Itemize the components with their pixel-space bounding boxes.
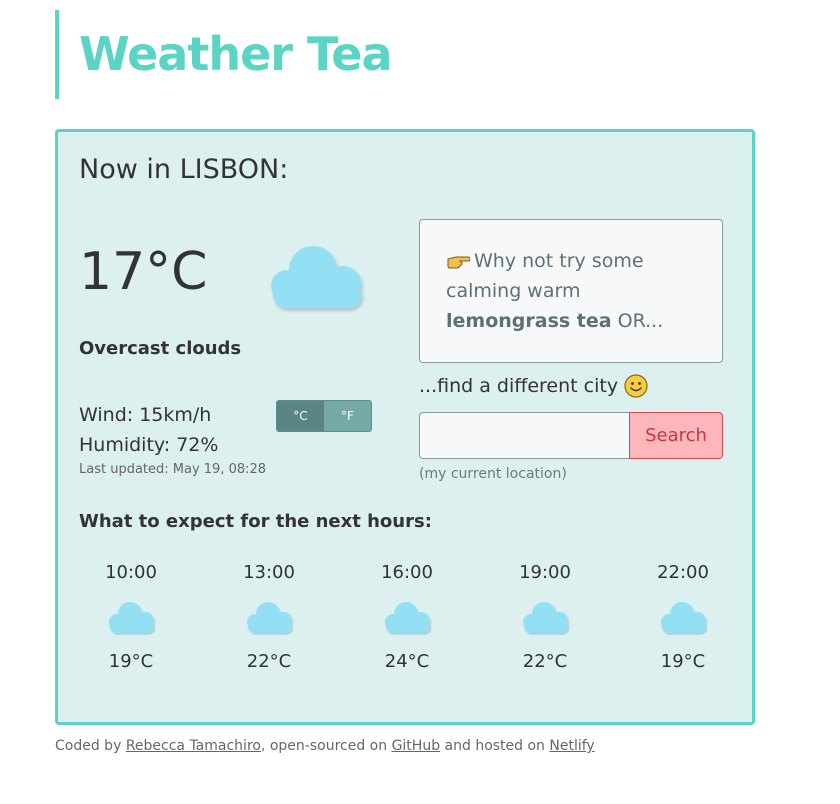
- forecast-temp: 22°C: [246, 651, 292, 672]
- cloud-icon: [523, 602, 568, 633]
- forecast-time: 13:00: [243, 562, 295, 583]
- tea-name: lemongrass tea: [446, 310, 612, 332]
- current-location-link[interactable]: (my current location): [419, 466, 567, 482]
- github-link[interactable]: GitHub: [392, 738, 441, 754]
- footer-middle2: and hosted on: [440, 738, 550, 754]
- forecast-heading: What to expect for the next hours:: [79, 511, 432, 532]
- forecast-time: 22:00: [657, 562, 709, 583]
- weather-card: Now in LISBON: 17°C Overcast clouds °C °…: [55, 129, 755, 725]
- forecast-item: 10:00 19°C: [81, 562, 181, 672]
- smile-icon: [624, 374, 648, 398]
- tea-suggestion: Why not try some calming warm lemongrass…: [419, 219, 723, 363]
- title-bar: Weather Tea: [55, 10, 392, 99]
- wind-speed: Wind: 15km/h: [79, 404, 212, 426]
- search-button[interactable]: Search: [629, 412, 723, 459]
- tea-text-prefix: Why not try some calming warm: [446, 250, 644, 302]
- footer-prefix: Coded by: [55, 738, 126, 754]
- cloud-icon: [385, 602, 430, 633]
- forecast-time: 16:00: [381, 562, 433, 583]
- forecast-temp: 22°C: [522, 651, 568, 672]
- forecast-item: 13:00 22°C: [219, 562, 319, 672]
- tea-text-suffix: OR...: [611, 310, 664, 332]
- author-link[interactable]: Rebecca Tamachiro: [126, 738, 261, 754]
- forecast-item: 22:00 19°C: [633, 562, 733, 672]
- current-temperature: 17°C: [79, 242, 208, 302]
- footer: Coded by Rebecca Tamachiro, open-sourced…: [55, 738, 595, 754]
- footer-middle: , open-sourced on: [260, 738, 392, 754]
- cloud-icon: [247, 602, 292, 633]
- forecast-time: 10:00: [105, 562, 157, 583]
- forecast-temp: 19°C: [660, 651, 706, 672]
- cloud-icon: [271, 246, 361, 308]
- celsius-button[interactable]: °C: [277, 401, 324, 431]
- unit-toggle: °C °F: [276, 400, 372, 432]
- forecast-temp: 24°C: [384, 651, 430, 672]
- forecast-temp: 19°C: [108, 651, 154, 672]
- cloud-icon: [109, 602, 154, 633]
- find-city-text: ...find a different city: [419, 375, 619, 397]
- forecast-item: 16:00 24°C: [357, 562, 457, 672]
- forecast-item: 19:00 22°C: [495, 562, 595, 672]
- pointing-hand-icon: [446, 246, 471, 276]
- city-search-input[interactable]: [419, 412, 630, 459]
- cloud-icon: [661, 602, 706, 633]
- forecast-time: 19:00: [519, 562, 571, 583]
- last-updated: Last updated: May 19, 08:28: [79, 462, 267, 477]
- find-city-prompt: ...find a different city: [419, 374, 648, 398]
- forecast-list: 10:00 19°C 13:00 22°C 16:00 24°C 19:00 2…: [58, 562, 752, 692]
- weather-description: Overcast clouds: [79, 338, 242, 359]
- humidity: Humidity: 72%: [79, 434, 219, 456]
- netlify-link[interactable]: Netlify: [549, 738, 594, 754]
- fahrenheit-button[interactable]: °F: [324, 401, 371, 431]
- app-title: Weather Tea: [79, 27, 392, 81]
- current-city-heading: Now in LISBON:: [79, 154, 289, 185]
